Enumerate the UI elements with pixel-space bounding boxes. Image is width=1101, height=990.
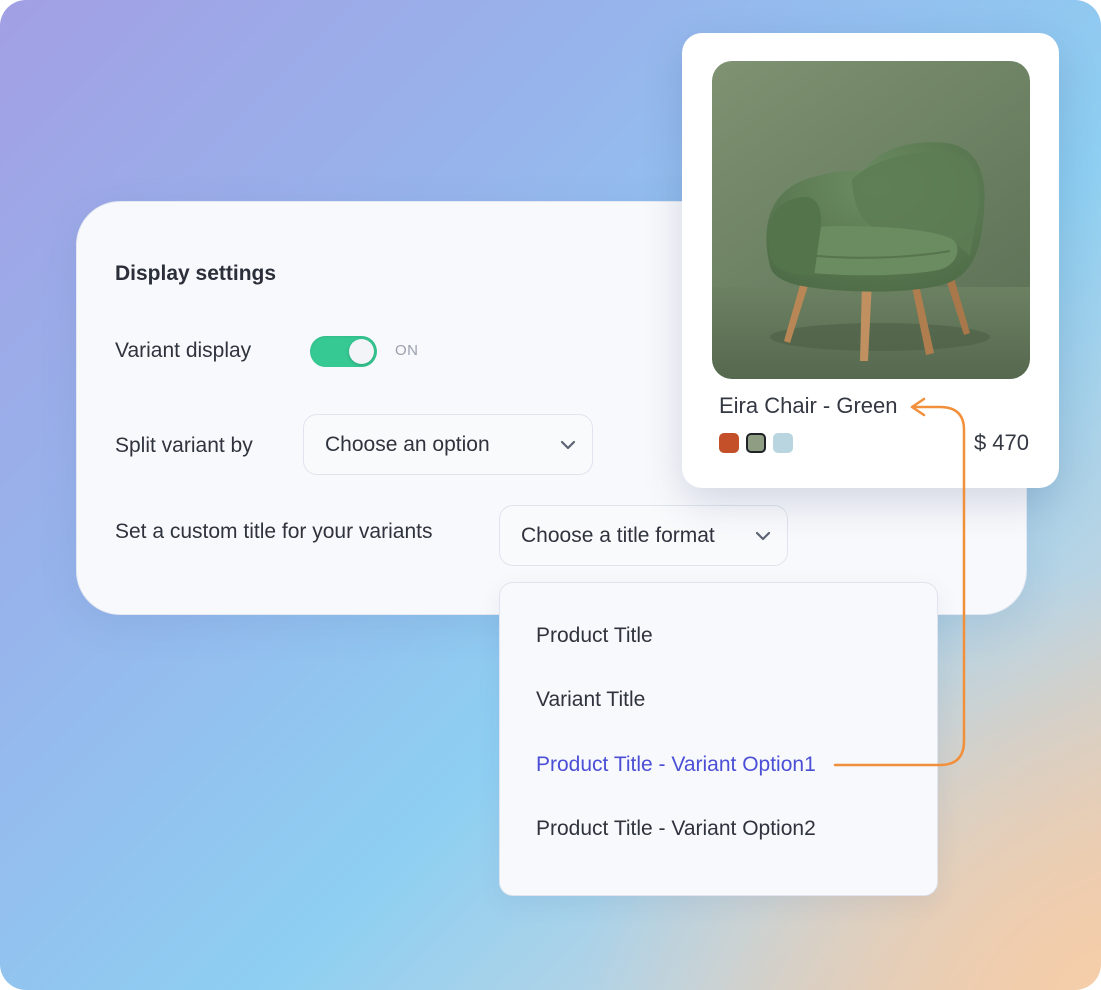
split-variant-label: Split variant by	[115, 434, 253, 457]
split-variant-select[interactable]: Choose an option	[303, 414, 593, 475]
variant-display-label: Variant display	[115, 339, 252, 362]
product-name: Eira Chair - Green	[719, 393, 898, 418]
color-swatch-green[interactable]	[746, 433, 766, 453]
toggle-knob	[349, 339, 374, 364]
product-image	[712, 61, 1030, 379]
dropdown-option[interactable]: Product Title	[536, 624, 653, 648]
split-variant-select-value: Choose an option	[325, 432, 490, 456]
color-swatch-blue[interactable]	[773, 433, 793, 453]
custom-title-label: Set a custom title for your variants	[115, 520, 433, 543]
dropdown-option-selected[interactable]: Product Title - Variant Option1	[536, 753, 816, 777]
title-format-dropdown: Product Title Variant Title Product Titl…	[499, 582, 938, 896]
dropdown-option[interactable]: Variant Title	[536, 688, 645, 712]
title-format-select-value: Choose a title format	[521, 523, 715, 547]
variant-display-toggle[interactable]	[310, 336, 377, 367]
chevron-down-icon	[560, 440, 576, 449]
chevron-down-icon	[755, 531, 771, 540]
settings-title: Display settings	[115, 262, 277, 285]
product-price: $ 470	[973, 430, 1029, 455]
dropdown-option[interactable]: Product Title - Variant Option2	[536, 817, 816, 841]
title-format-select[interactable]: Choose a title format	[499, 505, 788, 566]
toggle-state-label: ON	[395, 342, 419, 359]
product-card[interactable]: Eira Chair - Green $ 470	[682, 33, 1059, 488]
color-swatch-orange[interactable]	[719, 433, 739, 453]
